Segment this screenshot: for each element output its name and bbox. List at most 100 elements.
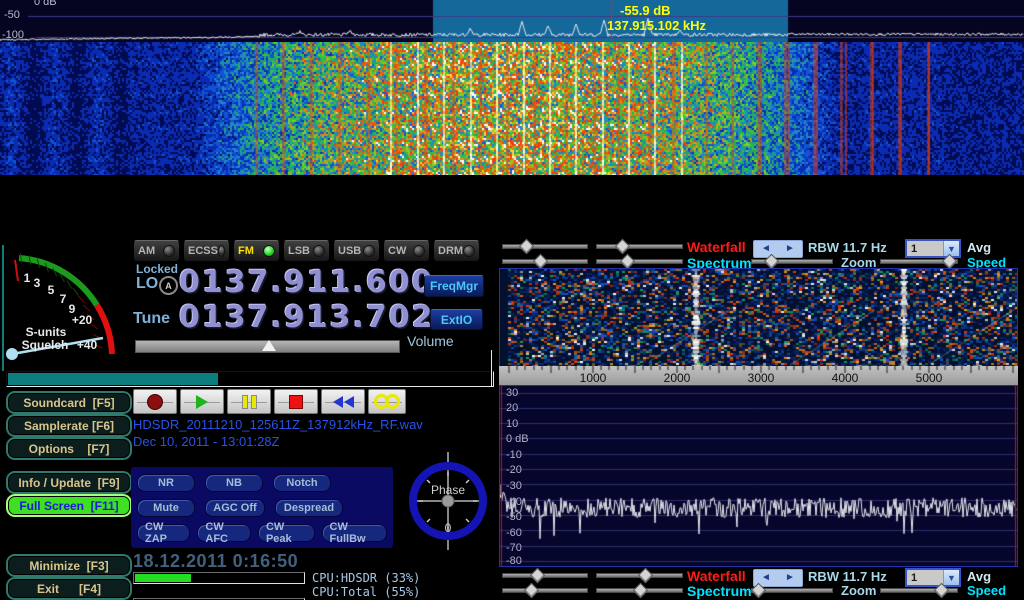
lo-auto-badge[interactable]: A — [159, 276, 178, 295]
signal-strength-readout: -55.9 dB — [620, 3, 671, 18]
audio-tick: 3000 — [748, 371, 775, 385]
chevron-down-icon[interactable]: ▼ — [943, 241, 959, 256]
nb-button[interactable]: NB — [205, 474, 263, 492]
loop-icon — [374, 394, 400, 409]
audio-tick: 5000 — [916, 371, 943, 385]
mute-button[interactable]: Mute — [137, 499, 195, 517]
spectrum-range-slider[interactable] — [596, 256, 683, 267]
rewind-icon — [332, 396, 354, 408]
tune-slider-thumb[interactable] — [262, 340, 276, 351]
waterfall-contrast-slider-2[interactable] — [596, 570, 683, 581]
cursor-frequency-readout: 137.915.102 kHz — [607, 18, 706, 33]
soundcard-button[interactable]: Soundcard [F5] — [6, 391, 132, 414]
mode-button-lsb[interactable]: LSB — [283, 240, 330, 262]
minimize-button[interactable]: Minimize [F3] — [6, 554, 132, 577]
spectrum-ref-slider-2[interactable] — [502, 585, 588, 596]
phase-indicator: Phase 0 — [404, 452, 492, 550]
arrow-left-icon: ◄ — [761, 573, 771, 583]
db-tick: -10 — [506, 449, 522, 461]
s-meter-subtitle: Squelch — [22, 338, 69, 352]
despread-button[interactable]: Despread — [275, 499, 343, 517]
exit-button[interactable]: Exit [F4] — [6, 577, 132, 600]
db-tick: 0 dB — [506, 433, 529, 445]
spectrum-range-slider-2[interactable] — [596, 585, 683, 596]
mode-button-cw[interactable]: CW — [383, 240, 430, 262]
cw-afc-button[interactable]: CW AFC — [197, 524, 251, 542]
cw-zap-button[interactable]: CW ZAP — [137, 524, 190, 542]
s-meter-signal-needle — [15, 260, 18, 281]
tune-label: Tune — [133, 310, 170, 328]
db-tick: 30 — [506, 387, 518, 399]
waterfall-brightness-slider[interactable] — [502, 241, 588, 252]
chevron-down-icon[interactable]: ▼ — [943, 570, 959, 585]
mode-button-drm[interactable]: DRM — [433, 240, 480, 262]
volume-label: Volume — [407, 333, 454, 349]
waterfall-label-bottom[interactable]: Waterfall — [687, 568, 746, 584]
rbw-label-top: RBW 11.7 Hz — [808, 240, 887, 255]
mode-led — [218, 245, 225, 257]
loop-button[interactable] — [368, 389, 406, 414]
record-button[interactable] — [133, 389, 177, 414]
dsp-panel: NR NB Notch Mute AGC Off Despread CW ZAP… — [131, 467, 393, 548]
audio-frequency-scale[interactable]: 1000 2000 3000 4000 5000 — [499, 366, 1018, 385]
mode-led — [463, 245, 475, 257]
mode-led — [363, 245, 375, 257]
audio-spectrum-display[interactable]: 30 20 10 0 dB -10 -20 -30 -40 -50 -60 -7… — [499, 385, 1018, 567]
rewind-button[interactable] — [321, 389, 365, 414]
s-meter-tick-1: 1 — [24, 271, 31, 285]
zoom-slider-top[interactable] — [751, 256, 833, 267]
pause-button[interactable] — [227, 389, 271, 414]
arrow-right-icon: ► — [785, 573, 795, 583]
freqmgr-button[interactable]: FreqMgr — [424, 275, 484, 297]
mode-led — [413, 245, 425, 257]
waterfall-brightness-slider-2[interactable] — [502, 570, 588, 581]
mode-button-am[interactable]: AM — [133, 240, 180, 262]
play-button[interactable] — [180, 389, 224, 414]
tune-slider[interactable] — [135, 340, 400, 353]
options-button[interactable]: Options [F7] — [6, 437, 132, 460]
notch-button[interactable]: Notch — [273, 474, 331, 492]
cw-fullbw-button[interactable]: CW FullBw — [322, 524, 387, 542]
extio-button[interactable]: ExtIO — [430, 309, 483, 330]
db-tick: -30 — [506, 480, 522, 492]
db-tick: -50 — [506, 511, 522, 523]
mini-spectrum-canvas — [0, 0, 1024, 42]
avg-label-bottom: Avg — [967, 569, 991, 584]
stop-button[interactable] — [274, 389, 318, 414]
cpu-hdsdr-fill — [135, 574, 191, 582]
mode-button-fm[interactable]: FM — [233, 240, 280, 262]
db-tick: -60 — [506, 527, 522, 539]
db-tick: -20 — [506, 464, 522, 476]
waterfall-contrast-slider[interactable] — [596, 241, 683, 252]
audio-waterfall-display[interactable] — [499, 268, 1018, 367]
mode-button-ecss[interactable]: ECSS — [183, 240, 230, 262]
mini-db-label: 0 dB — [34, 0, 57, 8]
recording-timestamp: Dec 10, 2011 - 13:01:28Z — [133, 434, 279, 449]
spectrum-label-bottom[interactable]: Spectrum — [687, 583, 752, 599]
speed-slider-bottom[interactable] — [880, 585, 958, 596]
mini-spectrum-display[interactable]: 0 dB -50 -100 -55.9 dB 137.915.102 kHz — [0, 0, 1024, 42]
speed-slider-top[interactable] — [880, 256, 958, 267]
zoom-slider-bottom[interactable] — [751, 585, 833, 596]
stop-icon — [289, 395, 303, 409]
rbw-label-bottom: RBW 11.7 Hz — [808, 569, 887, 584]
fullscreen-button[interactable]: Full Screen [F11] — [6, 494, 132, 517]
spectrum-ref-slider[interactable] — [502, 256, 588, 267]
record-icon — [147, 394, 163, 410]
samplerate-button[interactable]: Samplerate [F6] — [6, 414, 132, 437]
tune-frequency-display[interactable]: 0137.913.702 — [179, 300, 435, 335]
lo-frequency-display[interactable]: 0137.911.600 — [179, 265, 435, 300]
agc-button[interactable]: AGC Off — [205, 499, 265, 517]
zoom-label-bottom: Zoom — [841, 583, 876, 598]
cw-peak-button[interactable]: CW Peak — [258, 524, 315, 542]
mode-button-usb[interactable]: USB — [333, 240, 380, 262]
locked-label: Locked — [136, 262, 178, 276]
s-meter[interactable]: 1 3 5 7 9 +20 +40 S-units Squelch — [2, 241, 126, 371]
mini-db-label: -100 — [2, 29, 24, 41]
waterfall-label-top[interactable]: Waterfall — [687, 239, 746, 255]
panel-divider — [491, 350, 492, 386]
info-update-button[interactable]: Info / Update [F9] — [6, 471, 132, 494]
arrow-right-icon: ► — [785, 244, 795, 254]
squelch-level-bar[interactable] — [6, 371, 494, 387]
nr-button[interactable]: NR — [137, 474, 195, 492]
